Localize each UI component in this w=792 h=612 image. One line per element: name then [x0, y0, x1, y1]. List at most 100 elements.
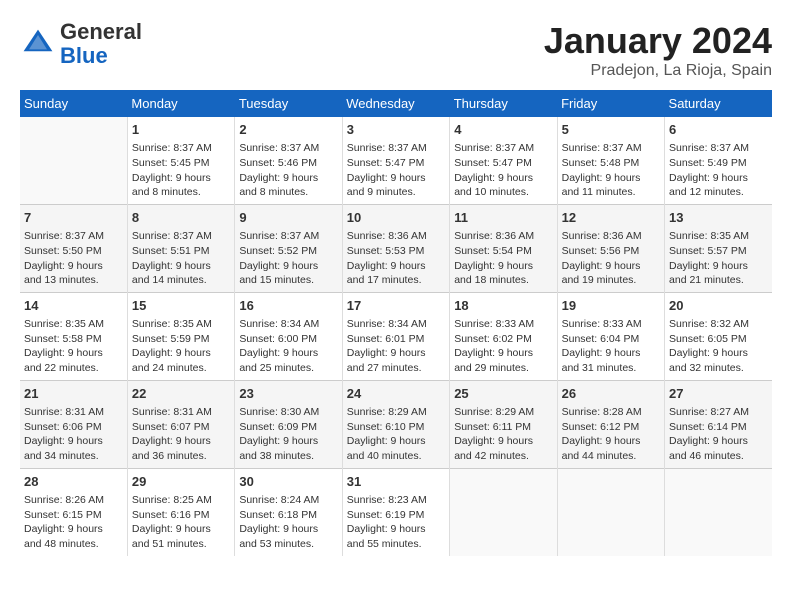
day-number: 28 [24, 473, 123, 491]
day-info: Sunrise: 8:34 AM Sunset: 6:01 PM Dayligh… [347, 317, 445, 376]
day-info: Sunrise: 8:32 AM Sunset: 6:05 PM Dayligh… [669, 317, 768, 376]
day-info: Sunrise: 8:29 AM Sunset: 6:11 PM Dayligh… [454, 405, 552, 464]
day-info: Sunrise: 8:35 AM Sunset: 5:59 PM Dayligh… [132, 317, 230, 376]
calendar-cell: 12Sunrise: 8:36 AM Sunset: 5:56 PM Dayli… [557, 204, 664, 292]
day-header-tuesday: Tuesday [235, 90, 342, 117]
day-info: Sunrise: 8:36 AM Sunset: 5:56 PM Dayligh… [562, 229, 660, 288]
logo-blue-text: Blue [60, 43, 108, 68]
day-info: Sunrise: 8:31 AM Sunset: 6:06 PM Dayligh… [24, 405, 123, 464]
calendar-cell: 17 Sunrise: 8:34 AM Sunset: 6:01 PM Dayli… [342, 292, 449, 380]
calendar-cell: 31 Sunrise: 8:23 AM Sunset: 6:19 PM Dayli… [342, 468, 449, 555]
calendar-cell: 18 Sunrise: 8:33 AM Sunset: 6:02 PM Dayli… [450, 292, 557, 380]
calendar-cell: 24Sunrise: 8:29 AM Sunset: 6:10 PM Dayli… [342, 380, 449, 468]
calendar-cell: 10Sunrise: 8:36 AM Sunset: 5:53 PM Dayli… [342, 204, 449, 292]
calendar-cell [557, 468, 664, 555]
calendar-cell: 9Sunrise: 8:37 AM Sunset: 5:52 PM Daylig… [235, 204, 342, 292]
day-header-wednesday: Wednesday [342, 90, 449, 117]
calendar-cell [450, 468, 557, 555]
day-info: Sunrise: 8:37 AM Sunset: 5:50 PM Dayligh… [24, 229, 123, 288]
location: Pradejon, La Rioja, Spain [544, 62, 772, 80]
day-info: Sunrise: 8:30 AM Sunset: 6:09 PM Dayligh… [239, 405, 337, 464]
calendar-cell: 15 Sunrise: 8:35 AM Sunset: 5:59 PM Dayli… [127, 292, 234, 380]
calendar-header-row: SundayMondayTuesdayWednesdayThursdayFrid… [20, 90, 772, 117]
day-number: 11 [454, 209, 552, 227]
logo-general-text: General [60, 19, 142, 44]
day-number: 4 [454, 121, 552, 139]
calendar-week-3: 14 Sunrise: 8:35 AM Sunset: 5:58 PM Dayli… [20, 292, 772, 380]
day-number: 7 [24, 209, 123, 227]
logo: General Blue [20, 20, 142, 68]
day-number: 9 [239, 209, 337, 227]
day-number: 1 [132, 121, 230, 139]
day-info: Sunrise: 8:37 AM Sunset: 5:47 PM Dayligh… [347, 141, 445, 200]
calendar-cell: 5Sunrise: 8:37 AM Sunset: 5:48 PM Daylig… [557, 117, 664, 204]
day-info: Sunrise: 8:24 AM Sunset: 6:18 PM Dayligh… [239, 493, 337, 552]
calendar-cell: 29 Sunrise: 8:25 AM Sunset: 6:16 PM Dayli… [127, 468, 234, 555]
day-number: 23 [239, 385, 337, 403]
calendar-cell: 22 Sunrise: 8:31 AM Sunset: 6:07 PM Dayli… [127, 380, 234, 468]
day-number: 6 [669, 121, 768, 139]
calendar-week-5: 28 Sunrise: 8:26 AM Sunset: 6:15 PM Dayli… [20, 468, 772, 555]
day-info: Sunrise: 8:28 AM Sunset: 6:12 PM Dayligh… [562, 405, 660, 464]
day-info: Sunrise: 8:25 AM Sunset: 6:16 PM Dayligh… [132, 493, 230, 552]
day-number: 29 [132, 473, 230, 491]
calendar-cell: 30 Sunrise: 8:24 AM Sunset: 6:18 PM Dayli… [235, 468, 342, 555]
day-number: 13 [669, 209, 768, 227]
calendar-week-4: 21Sunrise: 8:31 AM Sunset: 6:06 PM Dayli… [20, 380, 772, 468]
day-info: Sunrise: 8:37 AM Sunset: 5:48 PM Dayligh… [562, 141, 660, 200]
day-info: Sunrise: 8:35 AM Sunset: 5:57 PM Dayligh… [669, 229, 768, 288]
day-number: 14 [24, 297, 123, 315]
day-info: Sunrise: 8:37 AM Sunset: 5:49 PM Dayligh… [669, 141, 768, 200]
day-number: 26 [562, 385, 660, 403]
logo-text: General Blue [60, 20, 142, 68]
calendar-cell: 25 Sunrise: 8:29 AM Sunset: 6:11 PM Dayli… [450, 380, 557, 468]
day-header-friday: Friday [557, 90, 664, 117]
day-number: 25 [454, 385, 552, 403]
day-info: Sunrise: 8:33 AM Sunset: 6:04 PM Dayligh… [562, 317, 660, 376]
day-header-monday: Monday [127, 90, 234, 117]
calendar-cell: 6 Sunrise: 8:37 AM Sunset: 5:49 PM Daylig… [665, 117, 772, 204]
day-number: 22 [132, 385, 230, 403]
month-title: January 2024 [544, 20, 772, 62]
calendar-cell: 20 Sunrise: 8:32 AM Sunset: 6:05 PM Dayli… [665, 292, 772, 380]
day-number: 24 [347, 385, 445, 403]
day-header-thursday: Thursday [450, 90, 557, 117]
day-number: 17 [347, 297, 445, 315]
day-info: Sunrise: 8:23 AM Sunset: 6:19 PM Dayligh… [347, 493, 445, 552]
calendar-cell: 4 Sunrise: 8:37 AM Sunset: 5:47 PM Daylig… [450, 117, 557, 204]
day-info: Sunrise: 8:37 AM Sunset: 5:46 PM Dayligh… [239, 141, 337, 200]
page-header: General Blue January 2024 Pradejon, La R… [20, 20, 772, 80]
calendar-cell [20, 117, 127, 204]
calendar-cell [665, 468, 772, 555]
day-number: 27 [669, 385, 768, 403]
day-number: 20 [669, 297, 768, 315]
day-info: Sunrise: 8:33 AM Sunset: 6:02 PM Dayligh… [454, 317, 552, 376]
day-info: Sunrise: 8:36 AM Sunset: 5:54 PM Dayligh… [454, 229, 552, 288]
day-number: 30 [239, 473, 337, 491]
title-block: January 2024 Pradejon, La Rioja, Spain [544, 20, 772, 80]
day-number: 2 [239, 121, 337, 139]
calendar-cell: 14 Sunrise: 8:35 AM Sunset: 5:58 PM Dayli… [20, 292, 127, 380]
day-info: Sunrise: 8:31 AM Sunset: 6:07 PM Dayligh… [132, 405, 230, 464]
day-header-saturday: Saturday [665, 90, 772, 117]
day-number: 3 [347, 121, 445, 139]
day-number: 31 [347, 473, 445, 491]
calendar-cell: 26 Sunrise: 8:28 AM Sunset: 6:12 PM Dayli… [557, 380, 664, 468]
calendar-table: SundayMondayTuesdayWednesdayThursdayFrid… [20, 90, 772, 556]
calendar-week-2: 7 Sunrise: 8:37 AM Sunset: 5:50 PM Daylig… [20, 204, 772, 292]
calendar-cell: 16Sunrise: 8:34 AM Sunset: 6:00 PM Dayli… [235, 292, 342, 380]
day-info: Sunrise: 8:37 AM Sunset: 5:47 PM Dayligh… [454, 141, 552, 200]
day-info: Sunrise: 8:26 AM Sunset: 6:15 PM Dayligh… [24, 493, 123, 552]
day-number: 15 [132, 297, 230, 315]
day-info: Sunrise: 8:35 AM Sunset: 5:58 PM Dayligh… [24, 317, 123, 376]
logo-icon [20, 26, 56, 62]
calendar-cell: 19 Sunrise: 8:33 AM Sunset: 6:04 PM Dayli… [557, 292, 664, 380]
calendar-week-1: 1Sunrise: 8:37 AM Sunset: 5:45 PM Daylig… [20, 117, 772, 204]
calendar-cell: 11 Sunrise: 8:36 AM Sunset: 5:54 PM Dayli… [450, 204, 557, 292]
day-info: Sunrise: 8:36 AM Sunset: 5:53 PM Dayligh… [347, 229, 445, 288]
day-number: 18 [454, 297, 552, 315]
day-number: 19 [562, 297, 660, 315]
day-info: Sunrise: 8:27 AM Sunset: 6:14 PM Dayligh… [669, 405, 768, 464]
day-info: Sunrise: 8:37 AM Sunset: 5:51 PM Dayligh… [132, 229, 230, 288]
calendar-cell: 28 Sunrise: 8:26 AM Sunset: 6:15 PM Dayli… [20, 468, 127, 555]
